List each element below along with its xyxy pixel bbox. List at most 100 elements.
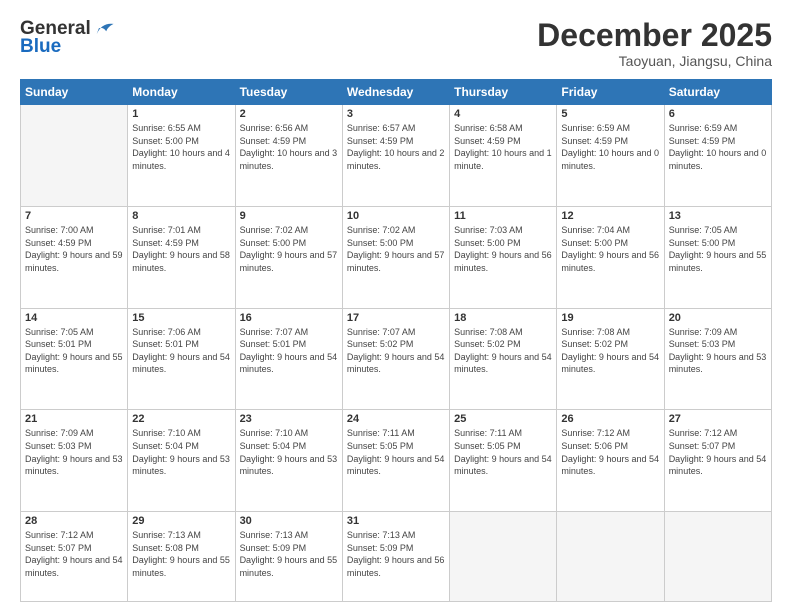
calendar-day-header: Friday <box>557 80 664 105</box>
calendar-cell: 21 Sunrise: 7:09 AMSunset: 5:03 PMDayligh… <box>21 410 128 512</box>
day-number: 15 <box>132 312 230 324</box>
calendar-header-row: SundayMondayTuesdayWednesdayThursdayFrid… <box>21 80 772 105</box>
calendar-cell: 22 Sunrise: 7:10 AMSunset: 5:04 PMDayligh… <box>128 410 235 512</box>
calendar-cell: 4 Sunrise: 6:58 AMSunset: 4:59 PMDaylight… <box>450 105 557 207</box>
calendar-cell: 28 Sunrise: 7:12 AMSunset: 5:07 PMDayligh… <box>21 512 128 602</box>
day-info: Sunrise: 7:07 AMSunset: 5:01 PMDaylight:… <box>240 326 338 376</box>
calendar-cell: 26 Sunrise: 7:12 AMSunset: 5:06 PMDayligh… <box>557 410 664 512</box>
day-info: Sunrise: 7:05 AMSunset: 5:01 PMDaylight:… <box>25 326 123 376</box>
calendar-cell: 1 Sunrise: 6:55 AMSunset: 5:00 PMDaylight… <box>128 105 235 207</box>
calendar-cell: 27 Sunrise: 7:12 AMSunset: 5:07 PMDayligh… <box>664 410 771 512</box>
calendar-cell: 11 Sunrise: 7:03 AMSunset: 5:00 PMDayligh… <box>450 206 557 308</box>
day-number: 8 <box>132 210 230 222</box>
day-info: Sunrise: 7:01 AMSunset: 4:59 PMDaylight:… <box>132 224 230 274</box>
calendar-week-row: 28 Sunrise: 7:12 AMSunset: 5:07 PMDayligh… <box>21 512 772 602</box>
calendar-cell: 10 Sunrise: 7:02 AMSunset: 5:00 PMDayligh… <box>342 206 449 308</box>
calendar-day-header: Monday <box>128 80 235 105</box>
day-number: 4 <box>454 108 552 120</box>
day-info: Sunrise: 7:02 AMSunset: 5:00 PMDaylight:… <box>240 224 338 274</box>
logo-bird-icon <box>93 18 115 40</box>
day-number: 11 <box>454 210 552 222</box>
day-number: 27 <box>669 413 767 425</box>
day-info: Sunrise: 7:09 AMSunset: 5:03 PMDaylight:… <box>25 427 123 477</box>
calendar-day-header: Wednesday <box>342 80 449 105</box>
calendar-cell: 14 Sunrise: 7:05 AMSunset: 5:01 PMDayligh… <box>21 308 128 410</box>
day-info: Sunrise: 7:09 AMSunset: 5:03 PMDaylight:… <box>669 326 767 376</box>
month-title: December 2025 <box>537 18 772 53</box>
day-info: Sunrise: 7:07 AMSunset: 5:02 PMDaylight:… <box>347 326 445 376</box>
calendar-cell: 2Sunrise: 6:56 AMSunset: 4:59 PMDaylight… <box>235 105 342 207</box>
day-number: 21 <box>25 413 123 425</box>
day-number: 29 <box>132 515 230 527</box>
calendar-cell: 31Sunrise: 7:13 AMSunset: 5:09 PMDayligh… <box>342 512 449 602</box>
day-number: 31 <box>347 515 445 527</box>
day-info: Sunrise: 6:56 AMSunset: 4:59 PMDaylight:… <box>240 122 338 172</box>
day-info: Sunrise: 7:10 AMSunset: 5:04 PMDaylight:… <box>132 427 230 477</box>
day-info: Sunrise: 6:55 AMSunset: 5:00 PMDaylight:… <box>132 122 230 172</box>
calendar-cell <box>21 105 128 207</box>
calendar-cell: 18Sunrise: 7:08 AMSunset: 5:02 PMDayligh… <box>450 308 557 410</box>
day-info: Sunrise: 7:04 AMSunset: 5:00 PMDaylight:… <box>561 224 659 274</box>
day-number: 30 <box>240 515 338 527</box>
day-info: Sunrise: 7:11 AMSunset: 5:05 PMDaylight:… <box>454 427 552 477</box>
day-number: 25 <box>454 413 552 425</box>
day-info: Sunrise: 7:10 AMSunset: 5:04 PMDaylight:… <box>240 427 338 477</box>
calendar-week-row: 21 Sunrise: 7:09 AMSunset: 5:03 PMDayligh… <box>21 410 772 512</box>
day-info: Sunrise: 6:58 AMSunset: 4:59 PMDaylight:… <box>454 122 552 172</box>
day-number: 20 <box>669 312 767 324</box>
location: Taoyuan, Jiangsu, China <box>537 53 772 69</box>
day-number: 22 <box>132 413 230 425</box>
day-info: Sunrise: 7:05 AMSunset: 5:00 PMDaylight:… <box>669 224 767 274</box>
page: General Blue December 2025 Taoyuan, Jian… <box>0 0 792 612</box>
day-info: Sunrise: 7:03 AMSunset: 5:00 PMDaylight:… <box>454 224 552 274</box>
day-number: 16 <box>240 312 338 324</box>
day-info: Sunrise: 7:13 AMSunset: 5:08 PMDaylight:… <box>132 529 230 579</box>
calendar-cell: 8 Sunrise: 7:01 AMSunset: 4:59 PMDaylight… <box>128 206 235 308</box>
day-number: 26 <box>561 413 659 425</box>
calendar-week-row: 14 Sunrise: 7:05 AMSunset: 5:01 PMDayligh… <box>21 308 772 410</box>
calendar-table: SundayMondayTuesdayWednesdayThursdayFrid… <box>20 79 772 602</box>
day-number: 28 <box>25 515 123 527</box>
calendar-cell: 3Sunrise: 6:57 AMSunset: 4:59 PMDaylight… <box>342 105 449 207</box>
day-number: 14 <box>25 312 123 324</box>
day-number: 17 <box>347 312 445 324</box>
day-number: 19 <box>561 312 659 324</box>
day-info: Sunrise: 7:00 AMSunset: 4:59 PMDaylight:… <box>25 224 123 274</box>
calendar-cell <box>450 512 557 602</box>
calendar-day-header: Saturday <box>664 80 771 105</box>
day-number: 1 <box>132 108 230 120</box>
calendar-cell: 6 Sunrise: 6:59 AMSunset: 4:59 PMDaylight… <box>664 105 771 207</box>
day-info: Sunrise: 7:12 AMSunset: 5:07 PMDaylight:… <box>25 529 123 579</box>
day-number: 5 <box>561 108 659 120</box>
day-number: 23 <box>240 413 338 425</box>
calendar-cell: 5Sunrise: 6:59 AMSunset: 4:59 PMDaylight… <box>557 105 664 207</box>
calendar-cell: 19 Sunrise: 7:08 AMSunset: 5:02 PMDayligh… <box>557 308 664 410</box>
day-number: 13 <box>669 210 767 222</box>
day-number: 12 <box>561 210 659 222</box>
calendar-cell: 30Sunrise: 7:13 AMSunset: 5:09 PMDayligh… <box>235 512 342 602</box>
day-info: Sunrise: 6:59 AMSunset: 4:59 PMDaylight:… <box>669 122 767 172</box>
day-number: 6 <box>669 108 767 120</box>
day-info: Sunrise: 7:02 AMSunset: 5:00 PMDaylight:… <box>347 224 445 274</box>
logo: General Blue <box>20 18 115 58</box>
day-info: Sunrise: 7:08 AMSunset: 5:02 PMDaylight:… <box>561 326 659 376</box>
day-number: 7 <box>25 210 123 222</box>
day-info: Sunrise: 7:08 AMSunset: 5:02 PMDaylight:… <box>454 326 552 376</box>
calendar-day-header: Tuesday <box>235 80 342 105</box>
day-number: 9 <box>240 210 338 222</box>
day-number: 24 <box>347 413 445 425</box>
header: General Blue December 2025 Taoyuan, Jian… <box>20 18 772 69</box>
day-info: Sunrise: 7:12 AMSunset: 5:06 PMDaylight:… <box>561 427 659 477</box>
day-info: Sunrise: 7:11 AMSunset: 5:05 PMDaylight:… <box>347 427 445 477</box>
calendar-cell: 17 Sunrise: 7:07 AMSunset: 5:02 PMDayligh… <box>342 308 449 410</box>
calendar-cell: 29 Sunrise: 7:13 AMSunset: 5:08 PMDayligh… <box>128 512 235 602</box>
day-number: 10 <box>347 210 445 222</box>
calendar-cell: 25 Sunrise: 7:11 AMSunset: 5:05 PMDayligh… <box>450 410 557 512</box>
day-info: Sunrise: 7:12 AMSunset: 5:07 PMDaylight:… <box>669 427 767 477</box>
calendar-cell: 20 Sunrise: 7:09 AMSunset: 5:03 PMDayligh… <box>664 308 771 410</box>
title-block: December 2025 Taoyuan, Jiangsu, China <box>537 18 772 69</box>
calendar-cell: 16 Sunrise: 7:07 AMSunset: 5:01 PMDayligh… <box>235 308 342 410</box>
calendar-cell: 9 Sunrise: 7:02 AMSunset: 5:00 PMDaylight… <box>235 206 342 308</box>
calendar-cell: 7 Sunrise: 7:00 AMSunset: 4:59 PMDaylight… <box>21 206 128 308</box>
calendar-week-row: 1 Sunrise: 6:55 AMSunset: 5:00 PMDaylight… <box>21 105 772 207</box>
